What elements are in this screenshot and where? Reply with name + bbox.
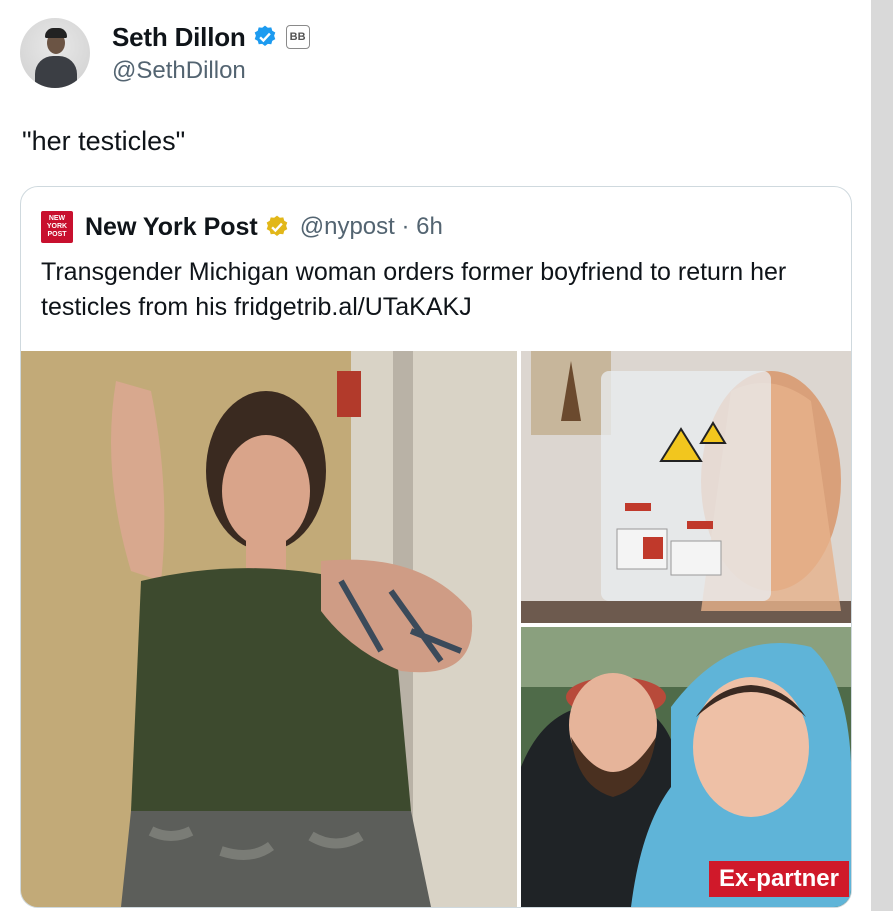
gold-verified-badge-icon — [266, 215, 288, 236]
quoted-meta: @nypost · 6h — [299, 213, 443, 240]
couple-photo[interactable]: Ex-partner — [521, 627, 851, 907]
bag-photo-illustration — [521, 351, 851, 623]
author-handle[interactable]: @SethDillon — [112, 57, 310, 85]
tweet-text: "her testicles" — [22, 126, 186, 156]
media-grid: Ex-partner — [21, 351, 851, 907]
author-block: Seth Dillon BB @SethDillon — [112, 22, 310, 85]
avatar[interactable] — [20, 18, 90, 88]
quoted-header: NEW YORK POST New York Post @nypost · 6h — [41, 211, 443, 243]
author-name[interactable]: Seth Dillon — [112, 22, 246, 53]
affiliate-badge-icon[interactable]: BB — [285, 25, 310, 49]
verified-badge-icon — [254, 25, 275, 46]
main-photo[interactable] — [21, 351, 517, 907]
quoted-tweet[interactable]: NEW YORK POST New York Post @nypost · 6h… — [20, 186, 852, 908]
screen-edge — [871, 0, 893, 911]
bag-photo[interactable] — [521, 351, 851, 623]
quoted-text: Transgender Michigan woman orders former… — [41, 258, 787, 321]
nypost-logo[interactable]: NEW YORK POST — [41, 211, 73, 243]
tweet-header: Seth Dillon BB @SethDillon — [20, 18, 310, 88]
ex-partner-label: Ex-partner — [708, 861, 849, 897]
main-photo-illustration — [21, 351, 517, 907]
quoted-author-name[interactable]: New York Post — [85, 213, 258, 242]
